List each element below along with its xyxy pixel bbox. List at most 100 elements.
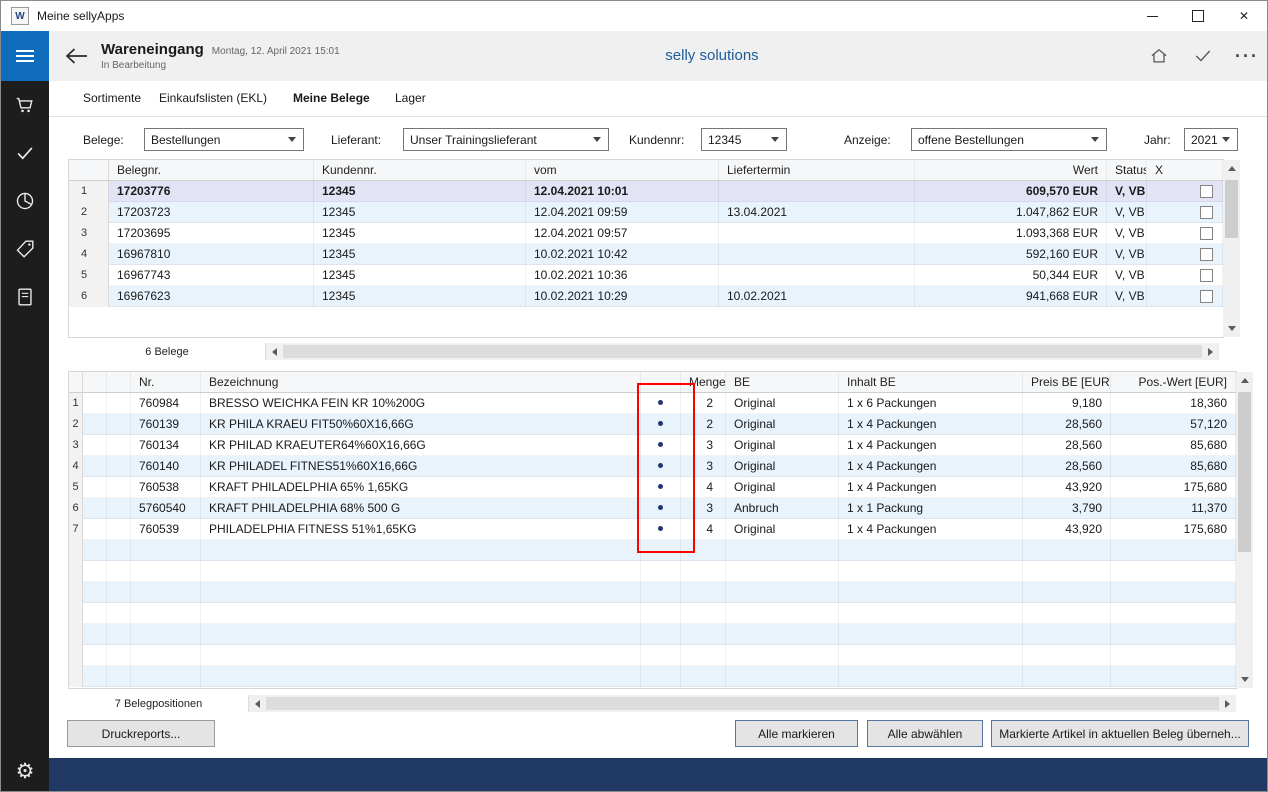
poswert-cell (1111, 582, 1236, 603)
belege-row[interactable]: 6169676231234510.02.2021 10:2910.02.2021… (69, 286, 1223, 307)
tab-meine-belege[interactable]: Meine Belege (293, 81, 370, 116)
more-options-button[interactable]: ··· (1225, 31, 1268, 81)
menge-cell (681, 666, 726, 687)
tab-einkaufslisten[interactable]: Einkaufslisten (EKL) (159, 81, 267, 116)
position-row[interactable]: 3760134KR PHILAD KRAEUTER64%60X16,66G3Or… (69, 435, 1236, 456)
row-checkbox[interactable] (1200, 206, 1213, 219)
row-checkbox[interactable] (1200, 248, 1213, 261)
minimize-icon (1147, 16, 1158, 17)
belege-vscrollbar[interactable] (1223, 160, 1240, 337)
positionen-hscrollbar[interactable] (249, 695, 1236, 712)
be-cell: Original (726, 393, 839, 414)
row-checkbox[interactable] (1200, 269, 1213, 282)
alle-markieren-button[interactable]: Alle markieren (735, 720, 858, 747)
sidebar-item-statistics[interactable] (1, 177, 49, 225)
empty-row[interactable] (69, 603, 1236, 624)
scroll-left-button[interactable] (249, 695, 266, 712)
empty-row[interactable] (69, 582, 1236, 603)
blank-cell (107, 393, 131, 414)
tab-lager[interactable]: Lager (395, 81, 426, 116)
scroll-down-button[interactable] (1223, 320, 1240, 337)
titlebar[interactable]: W Meine sellyApps ✕ (1, 1, 1267, 31)
uebernehmen-button[interactable]: Markierte Artikel in aktuellen Beleg übe… (991, 720, 1249, 747)
scroll-thumb[interactable] (1225, 180, 1238, 238)
journal-icon (14, 286, 36, 308)
tab-sortimente[interactable]: Sortimente (83, 81, 141, 116)
lieferant-select[interactable]: Unser Trainingslieferant (403, 128, 609, 151)
positionen-count-label: 7 Belegpositionen (69, 695, 249, 712)
close-button[interactable]: ✕ (1221, 1, 1267, 31)
belege-hscrollbar[interactable] (266, 343, 1219, 360)
checkmark-icon (14, 142, 36, 164)
sidebar-item-cart[interactable] (1, 81, 49, 129)
bezeichnung-cell: KRAFT PHILADELPHIA 68% 500 G (201, 498, 641, 519)
empty-row[interactable] (69, 561, 1236, 582)
maximize-button[interactable] (1175, 1, 1221, 31)
inhalt-cell: 1 x 6 Packungen (839, 393, 1023, 414)
be-cell (726, 666, 839, 687)
row-checkbox[interactable] (1200, 227, 1213, 240)
page-status: In Bearbeitung (101, 60, 340, 71)
sidebar-item-journal[interactable] (1, 273, 49, 321)
settings-button[interactable]: ⚙ (1, 755, 49, 787)
belege-row[interactable]: 1172037761234512.04.2021 10:01609,570 EU… (69, 181, 1223, 202)
position-row[interactable]: 65760540KRAFT PHILADELPHIA 68% 500 G3Anb… (69, 498, 1236, 519)
menu-button[interactable] (1, 31, 49, 81)
scroll-thumb[interactable] (283, 345, 1202, 358)
preis-cell: 43,920 (1023, 519, 1111, 540)
belege-row[interactable]: 4169678101234510.02.2021 10:42592,160 EU… (69, 244, 1223, 265)
column-header: vom (526, 160, 719, 181)
menge-cell: 3 (681, 456, 726, 477)
belege-row[interactable]: 3172036951234512.04.2021 09:571.093,368 … (69, 223, 1223, 244)
scroll-right-button[interactable] (1202, 343, 1219, 360)
empty-row[interactable] (69, 666, 1236, 687)
sidebar-item-prices[interactable] (1, 225, 49, 273)
scroll-up-button[interactable] (1236, 372, 1253, 389)
position-row[interactable]: 4760140KR PHILADEL FITNES51%60X16,66G3Or… (69, 456, 1236, 477)
gear-icon: ⚙ (16, 759, 35, 784)
kundennr-cell: 12345 (314, 265, 526, 286)
jahr-select[interactable]: 2021 (1184, 128, 1238, 151)
kundennr-select[interactable]: 12345 (701, 128, 787, 151)
druckreports-button[interactable]: Druckreports... (67, 720, 215, 747)
row-checkbox[interactable] (1200, 290, 1213, 303)
anzeige-select[interactable]: offene Bestellungen (911, 128, 1107, 151)
belege-row[interactable]: 5169677431234510.02.2021 10:3650,344 EUR… (69, 265, 1223, 286)
be-cell: Original (726, 435, 839, 456)
scroll-down-button[interactable] (1236, 671, 1253, 688)
filter-label-lieferant: Lieferant: (331, 133, 381, 147)
minimize-button[interactable] (1129, 1, 1175, 31)
belege-row[interactable]: 2172037231234512.04.2021 09:5913.04.2021… (69, 202, 1223, 223)
scroll-thumb[interactable] (1238, 392, 1251, 552)
row-number: 7 (69, 519, 83, 540)
positionen-vscrollbar[interactable] (1236, 372, 1253, 688)
alle-abwaehlen-button[interactable]: Alle abwählen (867, 720, 983, 747)
poswert-cell (1111, 540, 1236, 561)
back-button[interactable] (63, 45, 93, 67)
home-button[interactable] (1137, 31, 1181, 81)
position-row[interactable]: 1760984BRESSO WEICHKA FEIN KR 10%200G2Or… (69, 393, 1236, 414)
arrow-right-icon (1225, 700, 1230, 708)
scroll-right-button[interactable] (1219, 695, 1236, 712)
column-header: Preis BE [EUR] (1023, 372, 1111, 393)
scroll-left-button[interactable] (266, 343, 283, 360)
poswert-cell (1111, 624, 1236, 645)
confirm-button[interactable] (1181, 31, 1225, 81)
row-checkbox[interactable] (1200, 185, 1213, 198)
position-row[interactable]: 2760139KR PHILA KRAEU FIT50%60X16,66G2Or… (69, 414, 1236, 435)
column-header: Belegnr. (109, 160, 314, 181)
inhalt-cell (839, 603, 1023, 624)
belege-select[interactable]: Bestellungen (144, 128, 304, 151)
row-number: 1 (69, 393, 83, 414)
position-row[interactable]: 5760538KRAFT PHILADELPHIA 65% 1,65KG4Ori… (69, 477, 1236, 498)
row-number: 4 (69, 456, 83, 477)
empty-row[interactable] (69, 645, 1236, 666)
empty-row[interactable] (69, 540, 1236, 561)
bezeichnung-cell (201, 666, 641, 687)
menge-cell (681, 624, 726, 645)
sidebar-item-tasks[interactable] (1, 129, 49, 177)
scroll-thumb[interactable] (266, 697, 1219, 710)
empty-row[interactable] (69, 624, 1236, 645)
scroll-up-button[interactable] (1223, 160, 1240, 177)
position-row[interactable]: 7760539PHILADELPHIA FITNESS 51%1,65KG4Or… (69, 519, 1236, 540)
